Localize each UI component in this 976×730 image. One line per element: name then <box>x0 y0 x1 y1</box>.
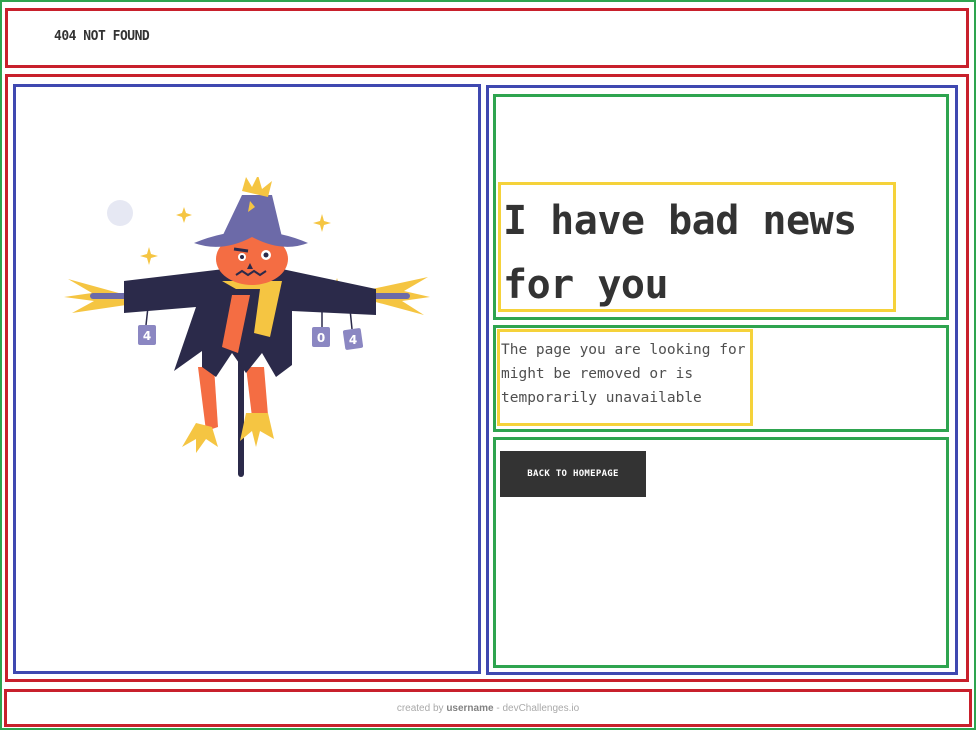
site-header: 404 NOT FOUND <box>5 8 969 68</box>
can-label: 4 <box>349 333 357 347</box>
page-description: The page you are looking for might be re… <box>501 342 746 406</box>
title-wrapper: I have bad news for you <box>498 182 896 312</box>
footer-credit: created by username - devChallenges.io <box>7 703 969 714</box>
can-label: 4 <box>143 329 151 343</box>
description-container: The page you are looking for might be re… <box>493 325 949 432</box>
site-footer: created by username - devChallenges.io <box>4 689 972 727</box>
credit-username-link[interactable]: username <box>446 703 493 714</box>
illustration-panel: 4 0 4 <box>13 84 481 674</box>
scarecrow-illustration: 4 0 4 <box>64 177 430 477</box>
description-wrapper: The page you are looking for might be re… <box>497 329 753 426</box>
message-panel: I have bad news for you The page you are… <box>486 85 958 675</box>
credit-suffix: - devChallenges.io <box>496 703 580 714</box>
action-container: BACK TO HOMEPAGE <box>493 437 949 668</box>
main-content: 4 0 4 I have bad news for you The page y… <box>5 74 969 682</box>
title-container: I have bad news for you <box>493 94 949 320</box>
can-label: 0 <box>317 331 325 345</box>
page-title: I have bad news for you <box>503 198 857 308</box>
credit-prefix: created by <box>396 703 444 714</box>
brand-logo[interactable]: 404 NOT FOUND <box>54 29 150 44</box>
back-to-homepage-button[interactable]: BACK TO HOMEPAGE <box>500 451 646 497</box>
